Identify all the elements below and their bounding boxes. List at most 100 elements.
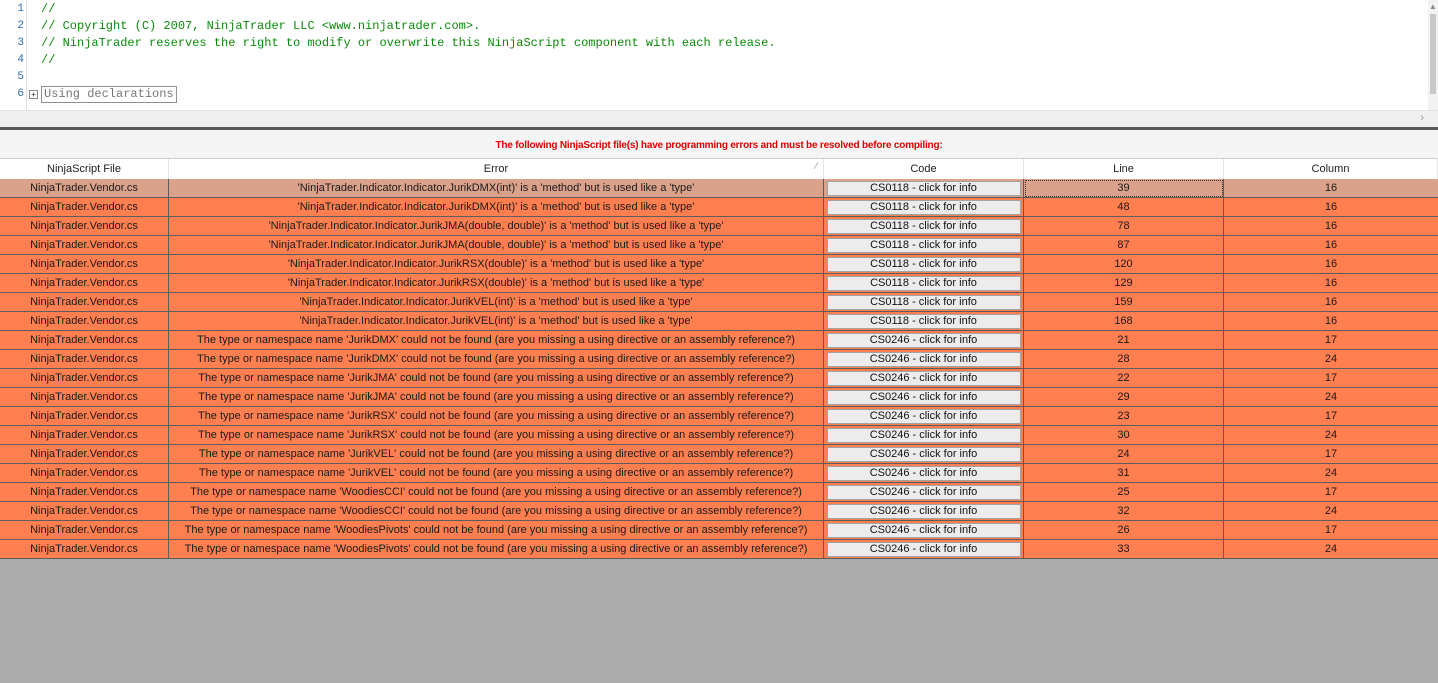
cell-error[interactable]: The type or namespace name 'JurikJMA' co… [169, 388, 824, 407]
cell-error[interactable]: The type or namespace name 'JurikVEL' co… [169, 445, 824, 464]
cell-column[interactable]: 16 [1224, 217, 1438, 236]
cell-column[interactable]: 24 [1224, 502, 1438, 521]
code-info-button[interactable]: CS0246 - click for info [826, 485, 1021, 500]
column-header-column[interactable]: Column [1224, 159, 1438, 179]
cell-column[interactable]: 16 [1224, 236, 1438, 255]
scroll-up-icon[interactable]: ▲ [1429, 2, 1437, 11]
cell-error[interactable]: The type or namespace name 'WoodiesPivot… [169, 521, 824, 540]
cell-file[interactable]: NinjaTrader.Vendor.cs [0, 369, 169, 388]
horizontal-scrollbar[interactable]: › [0, 110, 1438, 127]
cell-error[interactable]: The type or namespace name 'JurikJMA' co… [169, 369, 824, 388]
table-row[interactable]: NinjaTrader.Vendor.cs The type or namespa… [0, 464, 1438, 483]
cell-column[interactable]: 24 [1224, 350, 1438, 369]
cell-file[interactable]: NinjaTrader.Vendor.cs [0, 236, 169, 255]
code-info-button[interactable]: CS0246 - click for info [826, 504, 1021, 519]
cell-file[interactable]: NinjaTrader.Vendor.cs [0, 217, 169, 236]
table-row[interactable]: NinjaTrader.Vendor.cs The type or namespa… [0, 350, 1438, 369]
code-info-button[interactable]: CS0118 - click for info [826, 276, 1021, 291]
cell-line[interactable]: 32 [1024, 502, 1224, 521]
code-line[interactable]: // [41, 1, 55, 18]
cell-file[interactable]: NinjaTrader.Vendor.cs [0, 331, 169, 350]
cell-file[interactable]: NinjaTrader.Vendor.cs [0, 312, 169, 331]
scroll-right-icon[interactable]: › [1420, 112, 1424, 124]
code-info-button[interactable]: CS0118 - click for info [826, 314, 1021, 329]
error-grid[interactable]: NinjaScript File Error ⁄ Code Line Column… [0, 158, 1438, 559]
code-info-button[interactable]: CS0118 - click for info [826, 200, 1021, 215]
scrollbar-thumb[interactable] [1430, 14, 1436, 94]
table-row[interactable]: NinjaTrader.Vendor.cs The type or namespa… [0, 483, 1438, 502]
cell-line[interactable]: 33 [1024, 540, 1224, 559]
cell-error[interactable]: 'NinjaTrader.Indicator.Indicator.JurikJM… [169, 217, 824, 236]
cell-file[interactable]: NinjaTrader.Vendor.cs [0, 445, 169, 464]
cell-column[interactable]: 17 [1224, 407, 1438, 426]
code-info-button[interactable]: CS0246 - click for info [826, 523, 1021, 538]
table-row[interactable]: NinjaTrader.Vendor.cs 'NinjaTrader.Indica… [0, 293, 1438, 312]
code-info-button[interactable]: CS0118 - click for info [826, 238, 1021, 253]
cell-error[interactable]: 'NinjaTrader.Indicator.Indicator.JurikDM… [169, 198, 824, 217]
cell-column[interactable]: 16 [1224, 179, 1438, 198]
cell-line[interactable]: 24 [1024, 445, 1224, 464]
cell-error[interactable]: 'NinjaTrader.Indicator.Indicator.JurikDM… [169, 179, 824, 198]
table-row[interactable]: NinjaTrader.Vendor.cs The type or namespa… [0, 445, 1438, 464]
code-line[interactable]: // NinjaTrader reserves the right to mod… [41, 35, 776, 52]
cell-line[interactable]: 26 [1024, 521, 1224, 540]
cell-error[interactable]: 'NinjaTrader.Indicator.Indicator.JurikVE… [169, 312, 824, 331]
cell-error[interactable]: The type or namespace name 'WoodiesCCI' … [169, 502, 824, 521]
cell-line[interactable]: 23 [1024, 407, 1224, 426]
cell-error[interactable]: The type or namespace name 'WoodiesPivot… [169, 540, 824, 559]
cell-file[interactable]: NinjaTrader.Vendor.cs [0, 350, 169, 369]
cell-error[interactable]: The type or namespace name 'JurikRSX' co… [169, 426, 824, 445]
cell-error[interactable]: The type or namespace name 'JurikDMX' co… [169, 331, 824, 350]
code-info-button[interactable]: CS0246 - click for info [826, 542, 1021, 557]
cell-file[interactable]: NinjaTrader.Vendor.cs [0, 521, 169, 540]
cell-line[interactable]: 28 [1024, 350, 1224, 369]
cell-file[interactable]: NinjaTrader.Vendor.cs [0, 502, 169, 521]
cell-file[interactable]: NinjaTrader.Vendor.cs [0, 255, 169, 274]
cell-line[interactable]: 31 [1024, 464, 1224, 483]
collapsed-region[interactable]: Using declarations [41, 86, 177, 103]
column-header-line[interactable]: Line [1024, 159, 1224, 179]
table-row[interactable]: NinjaTrader.Vendor.cs The type or namespa… [0, 521, 1438, 540]
cell-line[interactable]: 159 [1024, 293, 1224, 312]
cell-column[interactable]: 16 [1224, 274, 1438, 293]
cell-line[interactable]: 78 [1024, 217, 1224, 236]
code-line[interactable]: // Copyright (C) 2007, NinjaTrader LLC <… [41, 18, 480, 35]
cell-error[interactable]: 'NinjaTrader.Indicator.Indicator.JurikRS… [169, 255, 824, 274]
code-info-button[interactable]: CS0118 - click for info [826, 257, 1021, 272]
code-info-button[interactable]: CS0118 - click for info [826, 181, 1021, 196]
cell-column[interactable]: 17 [1224, 369, 1438, 388]
cell-error[interactable]: The type or namespace name 'JurikVEL' co… [169, 464, 824, 483]
code-info-button[interactable]: CS0246 - click for info [826, 466, 1021, 481]
cell-line[interactable]: 168 [1024, 312, 1224, 331]
cell-file[interactable]: NinjaTrader.Vendor.cs [0, 464, 169, 483]
table-row[interactable]: NinjaTrader.Vendor.cs 'NinjaTrader.Indica… [0, 217, 1438, 236]
table-row[interactable]: NinjaTrader.Vendor.cs The type or namespa… [0, 388, 1438, 407]
cell-line[interactable]: 129 [1024, 274, 1224, 293]
cell-file[interactable]: NinjaTrader.Vendor.cs [0, 540, 169, 559]
code-info-button[interactable]: CS0246 - click for info [826, 409, 1021, 424]
table-row[interactable]: NinjaTrader.Vendor.cs The type or namespa… [0, 407, 1438, 426]
column-header-code[interactable]: Code [824, 159, 1024, 179]
cell-file[interactable]: NinjaTrader.Vendor.cs [0, 388, 169, 407]
table-row[interactable]: NinjaTrader.Vendor.cs 'NinjaTrader.Indica… [0, 274, 1438, 293]
expand-region-icon[interactable]: + [29, 90, 38, 99]
cell-line[interactable]: 48 [1024, 198, 1224, 217]
table-row[interactable]: NinjaTrader.Vendor.cs The type or namespa… [0, 331, 1438, 350]
cell-file[interactable]: NinjaTrader.Vendor.cs [0, 274, 169, 293]
table-row[interactable]: NinjaTrader.Vendor.cs The type or namespa… [0, 369, 1438, 388]
code-info-button[interactable]: CS0246 - click for info [826, 352, 1021, 367]
table-row[interactable]: NinjaTrader.Vendor.cs 'NinjaTrader.Indica… [0, 198, 1438, 217]
cell-line[interactable]: 30 [1024, 426, 1224, 445]
cell-column[interactable]: 24 [1224, 426, 1438, 445]
table-row[interactable]: NinjaTrader.Vendor.cs The type or namespa… [0, 502, 1438, 521]
cell-file[interactable]: NinjaTrader.Vendor.cs [0, 293, 169, 312]
table-row[interactable]: NinjaTrader.Vendor.cs The type or namespa… [0, 540, 1438, 559]
cell-file[interactable]: NinjaTrader.Vendor.cs [0, 407, 169, 426]
cell-column[interactable]: 17 [1224, 331, 1438, 350]
cell-column[interactable]: 16 [1224, 312, 1438, 331]
table-row[interactable]: NinjaTrader.Vendor.cs 'NinjaTrader.Indica… [0, 255, 1438, 274]
cell-column[interactable]: 16 [1224, 293, 1438, 312]
cell-column[interactable]: 17 [1224, 483, 1438, 502]
table-row[interactable]: NinjaTrader.Vendor.cs 'NinjaTrader.Indica… [0, 179, 1438, 198]
column-header-file[interactable]: NinjaScript File [0, 159, 169, 179]
